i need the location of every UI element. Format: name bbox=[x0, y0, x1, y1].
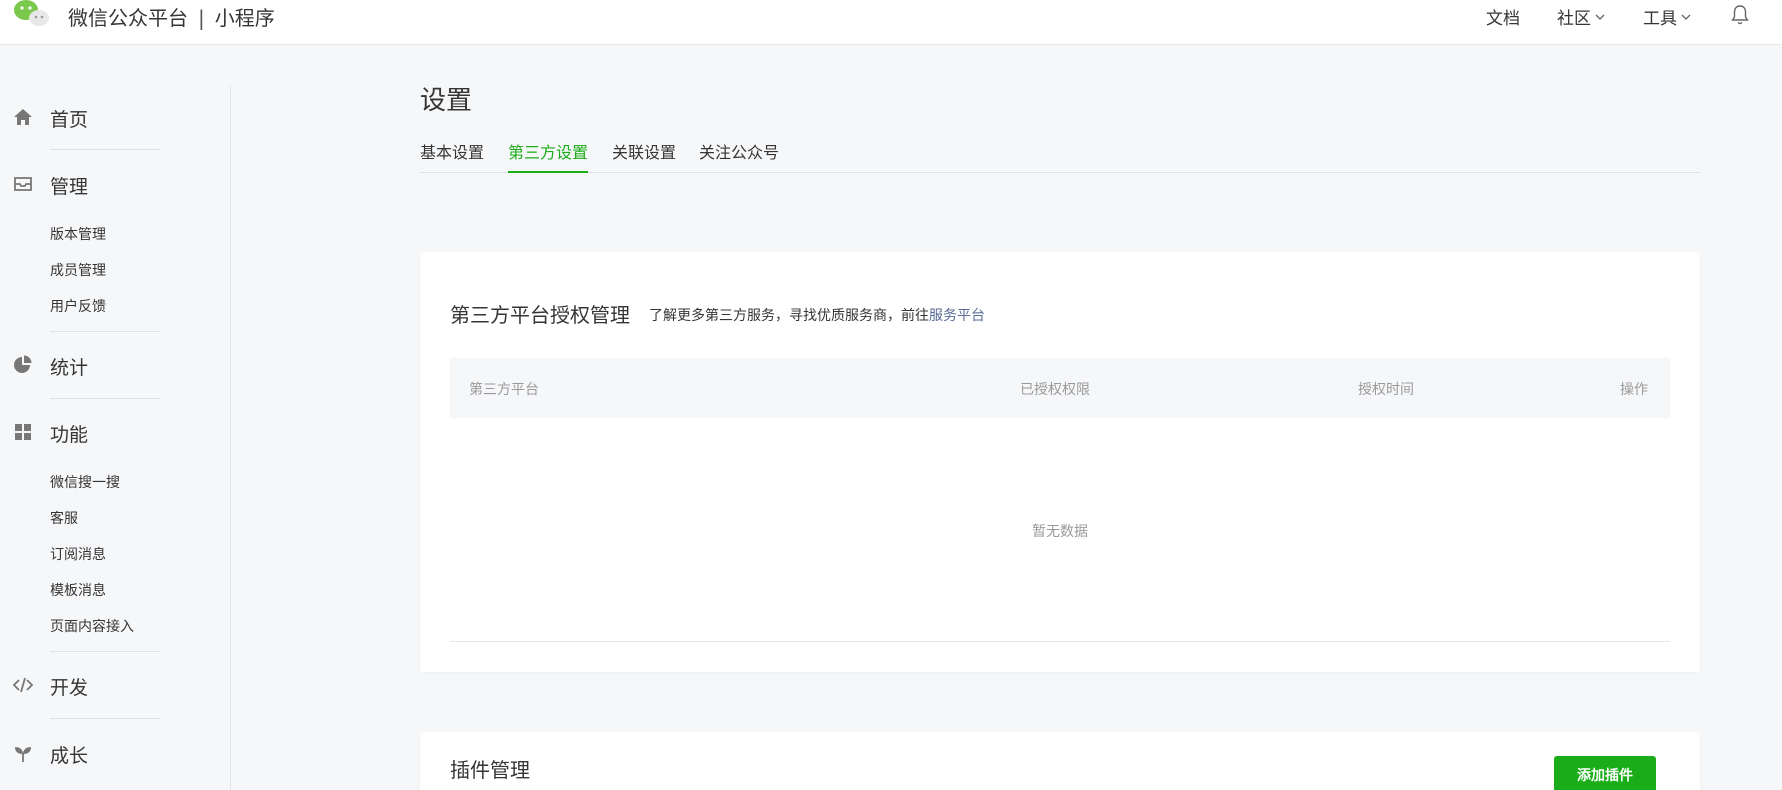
sidebar-divider bbox=[230, 86, 231, 790]
column-header-permissions: 已授权权限 bbox=[1020, 382, 1090, 398]
sidebar-item-version-manage[interactable]: 版本管理 bbox=[50, 224, 106, 244]
inbox-icon bbox=[14, 177, 32, 191]
tab-linked-settings[interactable]: 关联设置 bbox=[612, 139, 676, 173]
sprout-icon bbox=[15, 747, 31, 762]
tab-basic-settings[interactable]: 基本设置 bbox=[420, 139, 484, 173]
sidebar bbox=[0, 45, 231, 790]
tab-follow-official-account[interactable]: 关注公众号 bbox=[699, 139, 779, 173]
plugin-manage-title: 插件管理 bbox=[450, 758, 530, 782]
add-plugin-button[interactable]: 添加插件 bbox=[1554, 756, 1656, 790]
sidebar-item-home[interactable]: 首页 bbox=[50, 105, 88, 132]
code-icon bbox=[12, 677, 34, 693]
sidebar-item-subscribe-message[interactable]: 订阅消息 bbox=[50, 544, 106, 564]
column-header-third-party: 第三方平台 bbox=[469, 382, 539, 398]
third-party-auth-card: 第三方平台授权管理 了解更多第三方服务，寻找优质服务商，前往服务平台 第三方平台… bbox=[420, 252, 1700, 672]
chevron-down-icon bbox=[1681, 14, 1691, 20]
pie-chart-icon bbox=[14, 355, 32, 373]
tab-third-party-settings[interactable]: 第三方设置 bbox=[508, 139, 589, 173]
nav-divider bbox=[50, 718, 160, 719]
sidebar-item-features[interactable]: 功能 bbox=[50, 420, 88, 447]
column-header-actions: 操作 bbox=[1620, 382, 1648, 398]
home-icon bbox=[14, 109, 32, 125]
sidebar-item-manage[interactable]: 管理 bbox=[50, 172, 88, 199]
nav-community[interactable]: 社区 bbox=[1557, 4, 1606, 29]
service-platform-link[interactable]: 服务平台 bbox=[929, 308, 985, 324]
empty-state: 暂无数据 bbox=[1032, 524, 1088, 540]
table-header: 第三方平台 已授权权限 授权时间 操作 bbox=[450, 358, 1670, 418]
bell-icon[interactable] bbox=[1730, 4, 1750, 26]
sidebar-item-wechat-search[interactable]: 微信搜一搜 bbox=[50, 472, 120, 492]
brand-separator: | bbox=[198, 6, 205, 30]
desc-text: 了解更多第三方服务，寻找优质服务商，前往 bbox=[649, 308, 929, 324]
nav-divider bbox=[50, 149, 160, 150]
sidebar-item-template-message[interactable]: 模板消息 bbox=[50, 580, 106, 600]
nav-divider bbox=[50, 398, 160, 399]
column-header-auth-time: 授权时间 bbox=[1358, 382, 1414, 398]
third-party-auth-title: 第三方平台授权管理 bbox=[450, 303, 630, 327]
nav-docs-label: 文档 bbox=[1486, 9, 1520, 29]
sidebar-item-growth[interactable]: 成长 bbox=[50, 741, 88, 768]
sidebar-item-stats[interactable]: 统计 bbox=[50, 353, 88, 380]
nav-community-label: 社区 bbox=[1557, 9, 1591, 29]
product-name: 小程序 bbox=[214, 6, 275, 30]
nav-tools[interactable]: 工具 bbox=[1643, 4, 1692, 29]
nav-divider bbox=[50, 651, 160, 652]
table-bottom-divider bbox=[450, 641, 1670, 642]
brand-name: 微信公众平台 bbox=[68, 6, 188, 30]
plugin-manage-card: 插件管理 添加插件 bbox=[420, 732, 1700, 790]
sidebar-item-member-manage[interactable]: 成员管理 bbox=[50, 260, 106, 280]
wechat-logo-icon[interactable] bbox=[12, 0, 50, 26]
grid-icon bbox=[15, 424, 31, 440]
chevron-down-icon bbox=[1595, 14, 1605, 20]
page-title: 设置 bbox=[420, 86, 473, 116]
sidebar-item-develop[interactable]: 开发 bbox=[50, 673, 88, 700]
brand-title[interactable]: 微信公众平台 | 小程序 bbox=[68, 2, 275, 31]
third-party-auth-desc: 了解更多第三方服务，寻找优质服务商，前往服务平台 bbox=[649, 305, 985, 325]
nav-tools-label: 工具 bbox=[1643, 9, 1677, 29]
sidebar-item-user-feedback[interactable]: 用户反馈 bbox=[50, 296, 106, 316]
top-header: 微信公众平台 | 小程序 文档 社区 工具 bbox=[0, 0, 1782, 45]
nav-divider bbox=[50, 331, 160, 332]
sidebar-item-customer-service[interactable]: 客服 bbox=[50, 508, 78, 528]
settings-tabs: 基本设置 第三方设置 关联设置 关注公众号 bbox=[420, 139, 1700, 173]
sidebar-item-page-content[interactable]: 页面内容接入 bbox=[50, 616, 134, 636]
nav-docs[interactable]: 文档 bbox=[1486, 4, 1520, 29]
